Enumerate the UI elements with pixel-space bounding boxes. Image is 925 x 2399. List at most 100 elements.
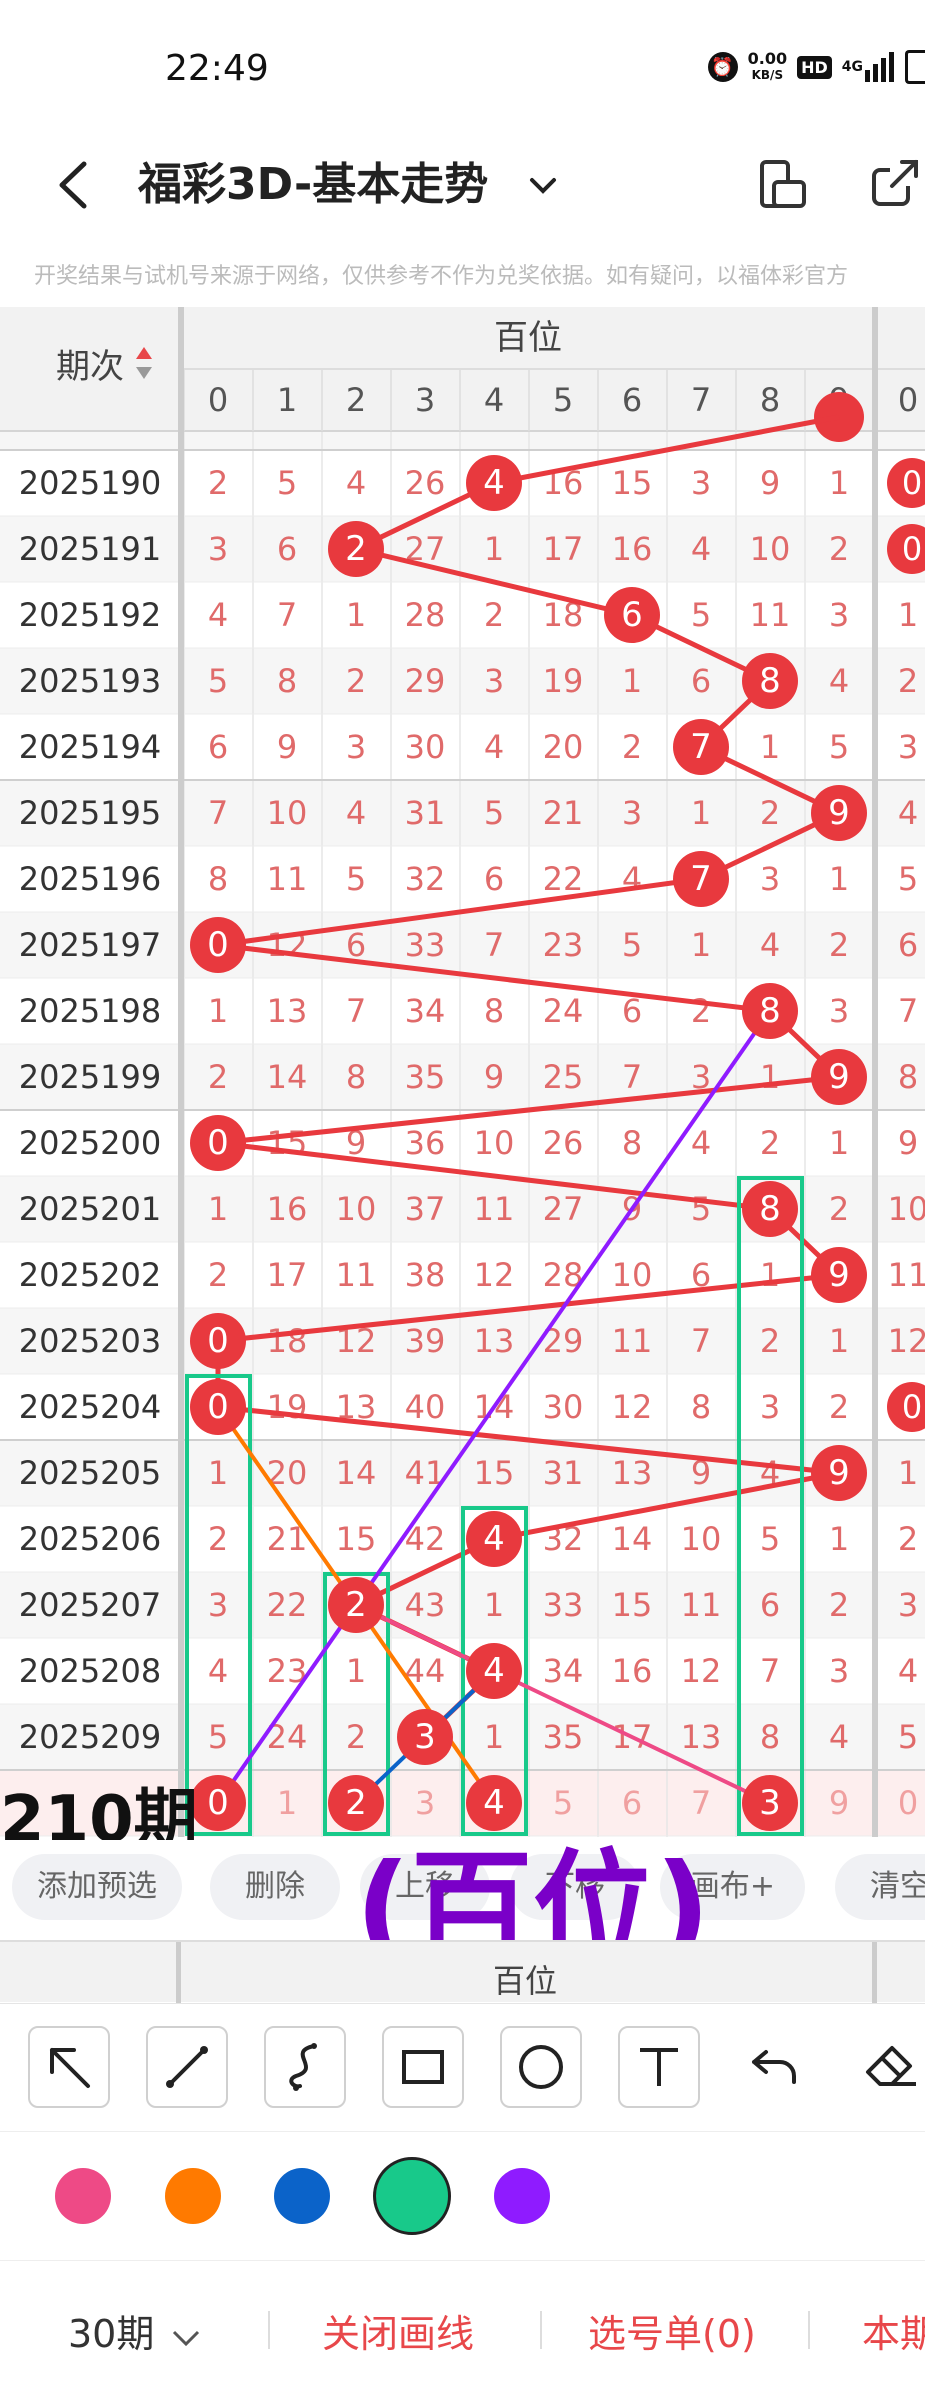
missing-count: 1 xyxy=(484,530,504,568)
digit-header: 1 xyxy=(277,381,297,419)
missing-count: 2 xyxy=(208,1256,228,1294)
missing-count: 27 xyxy=(543,1190,584,1228)
rectangle-tool-button[interactable] xyxy=(382,2026,464,2108)
page-title[interactable]: 福彩3D-基本走势 xyxy=(138,150,488,220)
missing-count: 1 xyxy=(484,1718,504,1756)
missing-count: 9 xyxy=(484,1058,504,1096)
missing-count: 16 xyxy=(267,1190,308,1228)
close-drawing-button[interactable]: 关闭画线 xyxy=(322,2303,474,2358)
period-label: 2025201 xyxy=(19,1190,162,1228)
missing-count: 8 xyxy=(346,1058,366,1096)
hit-ball-label: 0 xyxy=(902,1388,922,1426)
text-icon xyxy=(640,2048,678,2086)
missing-count: 12 xyxy=(888,1322,925,1360)
missing-count: 1 xyxy=(691,926,711,964)
missing-count: 16 xyxy=(612,1652,653,1690)
title-dropdown[interactable] xyxy=(518,160,568,210)
missing-count: 3 xyxy=(760,860,780,898)
group-header: 百位 xyxy=(494,318,562,358)
missing-count: 30 xyxy=(405,728,446,766)
missing-count: 14 xyxy=(612,1520,653,1558)
missing-count: 10 xyxy=(474,1124,515,1162)
clear-button[interactable]: 清空 xyxy=(835,1854,925,1920)
undo-button[interactable] xyxy=(736,2026,818,2108)
period-label: 2025190 xyxy=(19,464,162,502)
missing-count: 15 xyxy=(267,1124,308,1162)
speed-value: 0.00 xyxy=(747,49,788,68)
back-button[interactable] xyxy=(48,150,108,220)
missing-count: 1 xyxy=(691,794,711,832)
missing-count: 24 xyxy=(543,992,584,1030)
missing-count: 7 xyxy=(208,794,228,832)
color-swatch[interactable] xyxy=(494,2168,550,2224)
missing-count: 6 xyxy=(208,728,228,766)
missing-count: 2 xyxy=(829,1388,849,1426)
hit-ball-label: 0 xyxy=(207,925,229,965)
color-swatch[interactable] xyxy=(373,2157,451,2235)
missing-count: 4 xyxy=(622,860,642,898)
period-label: 2025198 xyxy=(19,992,162,1030)
missing-count: 2 xyxy=(208,464,228,502)
period-count-selector[interactable]: 30期 xyxy=(68,2303,206,2358)
trend-chart-canvas[interactable]: 期次百位012345678902025190254261615391020251… xyxy=(0,307,925,1837)
missing-count: 19 xyxy=(267,1388,308,1426)
missing-count: 10 xyxy=(888,1190,925,1228)
missing-count: 3 xyxy=(829,596,849,634)
missing-count: 3 xyxy=(691,464,711,502)
missing-count: 14 xyxy=(336,1454,377,1492)
color-swatch[interactable] xyxy=(55,2168,111,2224)
missing-count: 4 xyxy=(346,794,366,832)
missing-count: 38 xyxy=(405,1256,446,1294)
arrow-tool-button[interactable] xyxy=(28,2026,110,2108)
column-divider xyxy=(178,307,184,1837)
period-label: 2025192 xyxy=(19,596,162,634)
missing-count: 43 xyxy=(405,1586,446,1624)
missing-count: 6 xyxy=(898,926,918,964)
preselect-cell: 1 xyxy=(277,1784,297,1822)
add-preselect-button[interactable]: 添加预选 xyxy=(12,1854,182,1920)
missing-count: 7 xyxy=(898,992,918,1030)
chevron-down-icon xyxy=(530,178,556,194)
disclaimer-text: 开奖结果与试机号来源于网络，仅供参考不作为兑奖依据。如有疑问，以福体彩官方 xyxy=(34,264,849,289)
hit-ball-label: 7 xyxy=(690,727,712,767)
hit-ball-label: 4 xyxy=(483,1651,505,1691)
period-label: 2025205 xyxy=(19,1454,162,1492)
circle-icon xyxy=(519,2045,563,2089)
chevron-down-icon xyxy=(173,2330,200,2346)
color-swatch[interactable] xyxy=(274,2168,330,2224)
missing-count: 3 xyxy=(484,662,504,700)
delete-button[interactable]: 删除 xyxy=(210,1854,340,1920)
missing-count: 1 xyxy=(346,1652,366,1690)
period-count-label: 30期 xyxy=(68,2312,155,2356)
text-tool-button[interactable] xyxy=(618,2026,700,2108)
missing-count: 34 xyxy=(543,1652,584,1690)
missing-count: 2 xyxy=(760,1322,780,1360)
speed-unit: KB/S xyxy=(751,68,784,82)
circle-tool-button[interactable] xyxy=(500,2026,582,2108)
trend-chart[interactable]: 期次百位012345678902025190254261615391020251… xyxy=(0,307,925,1837)
share-button[interactable] xyxy=(862,152,925,216)
missing-count: 15 xyxy=(474,1454,515,1492)
phone-landscape-icon xyxy=(760,160,806,208)
missing-count: 2 xyxy=(691,992,711,1030)
period-label: 2025207 xyxy=(19,1586,162,1624)
missing-count: 8 xyxy=(277,662,297,700)
color-swatch[interactable] xyxy=(165,2168,221,2224)
missing-count: 5 xyxy=(346,860,366,898)
digit-header: 3 xyxy=(415,381,435,419)
missing-count: 3 xyxy=(898,728,918,766)
missing-count: 11 xyxy=(474,1190,515,1228)
line-tool-button[interactable] xyxy=(146,2026,228,2108)
missing-count: 2 xyxy=(898,662,918,700)
curve-tool-button[interactable] xyxy=(264,2026,346,2108)
missing-count: 33 xyxy=(405,926,446,964)
eraser-button[interactable] xyxy=(852,2026,925,2108)
missing-count: 7 xyxy=(760,1652,780,1690)
digit-header: 5 xyxy=(553,381,573,419)
screen-mode-button[interactable] xyxy=(752,152,812,216)
current-period-button[interactable]: 本期 xyxy=(862,2303,925,2358)
missing-count: 14 xyxy=(267,1058,308,1096)
missing-count: 7 xyxy=(691,1322,711,1360)
hit-ball-label: 0 xyxy=(207,1387,229,1427)
pick-list-button[interactable]: 选号单(0) xyxy=(588,2303,756,2358)
